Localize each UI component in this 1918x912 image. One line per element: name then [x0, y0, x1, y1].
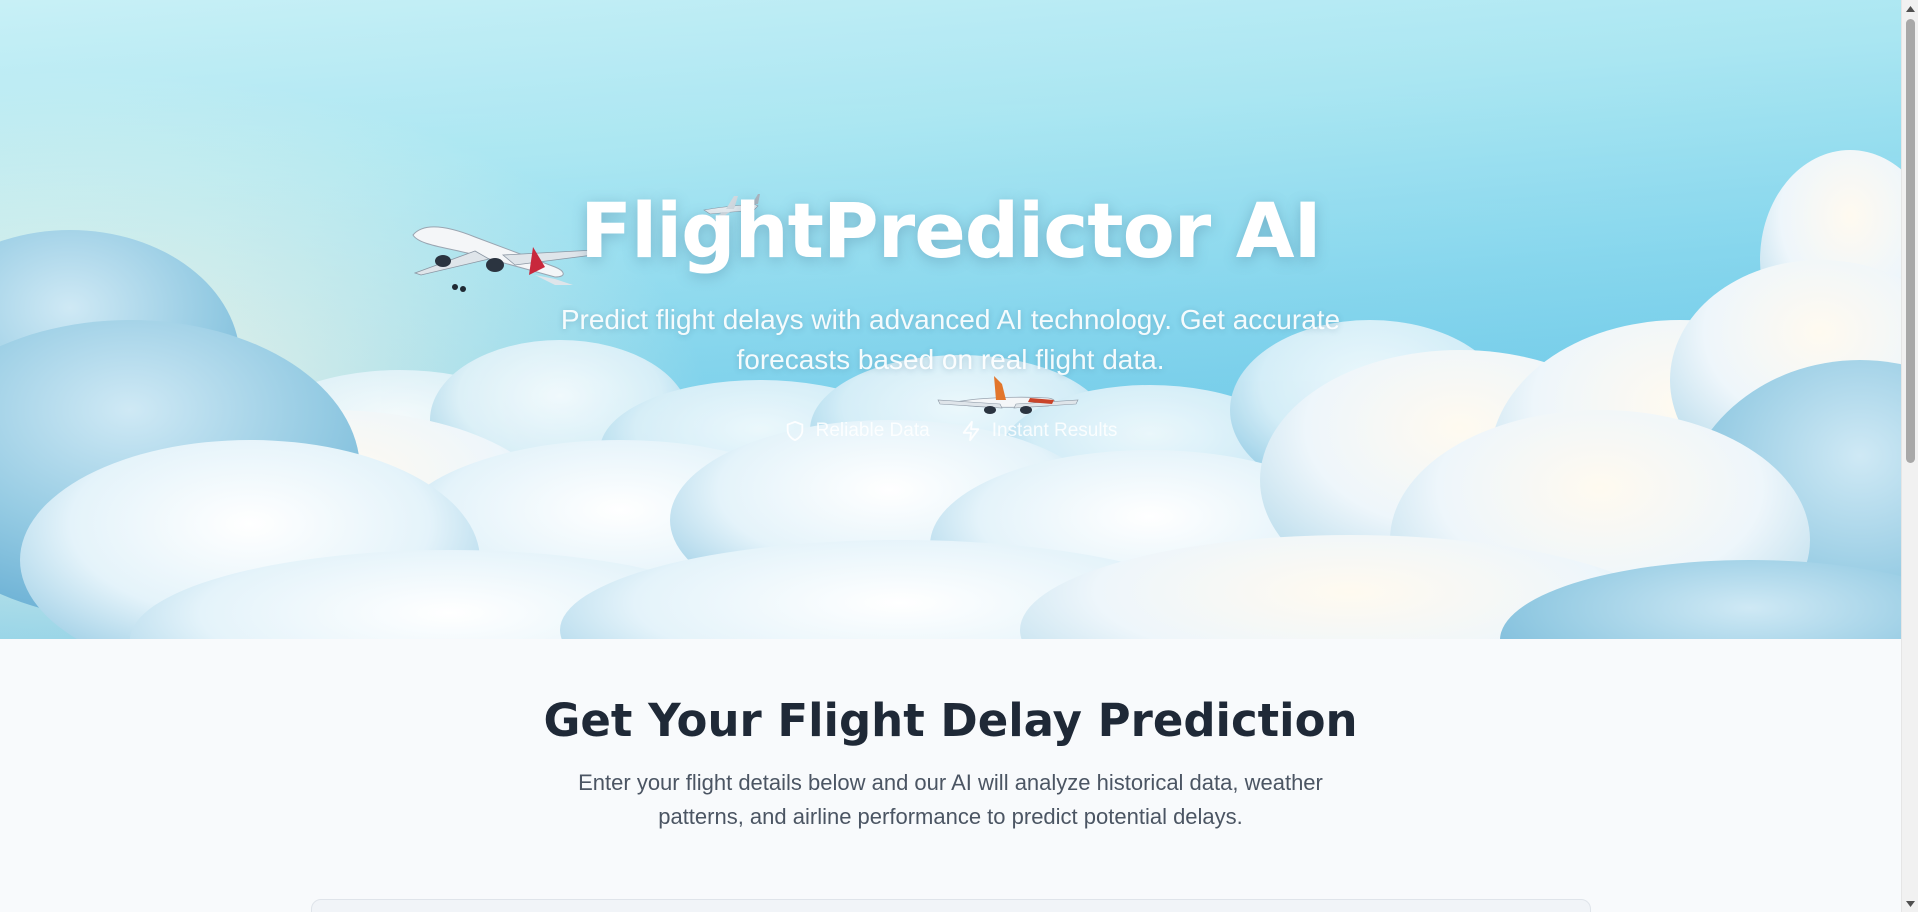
page: FlightPredictor AI Predict flight delays… [0, 0, 1918, 912]
scroll-up-arrow-icon[interactable] [1902, 0, 1918, 17]
viewport: FlightPredictor AI Predict flight delays… [0, 0, 1901, 912]
badge-label: Reliable Data [815, 420, 930, 441]
hero-section: FlightPredictor AI Predict flight delays… [0, 0, 1901, 639]
badge-reliable-data: Reliable Data [784, 420, 930, 442]
badge-label: Instant Results [991, 420, 1118, 441]
hero-badges: Reliable Data Instant Results [0, 420, 1901, 442]
badge-instant-results: Instant Results [960, 420, 1118, 442]
section-title: Get Your Flight Delay Prediction [543, 694, 1358, 747]
prediction-form-card [311, 899, 1591, 912]
hero-subtitle: Predict flight delays with advanced AI t… [560, 304, 1341, 375]
scroll-down-arrow-icon[interactable] [1902, 895, 1918, 912]
scrollbar-thumb[interactable] [1906, 19, 1915, 463]
shield-icon [786, 420, 803, 442]
vertical-scrollbar[interactable] [1901, 0, 1918, 912]
hero-title: FlightPredictor AI [580, 186, 1322, 275]
section-description: Enter your flight details below and our … [578, 770, 1323, 829]
hero-content: FlightPredictor AI Predict flight delays… [0, 0, 1901, 639]
lightning-icon [962, 420, 979, 442]
